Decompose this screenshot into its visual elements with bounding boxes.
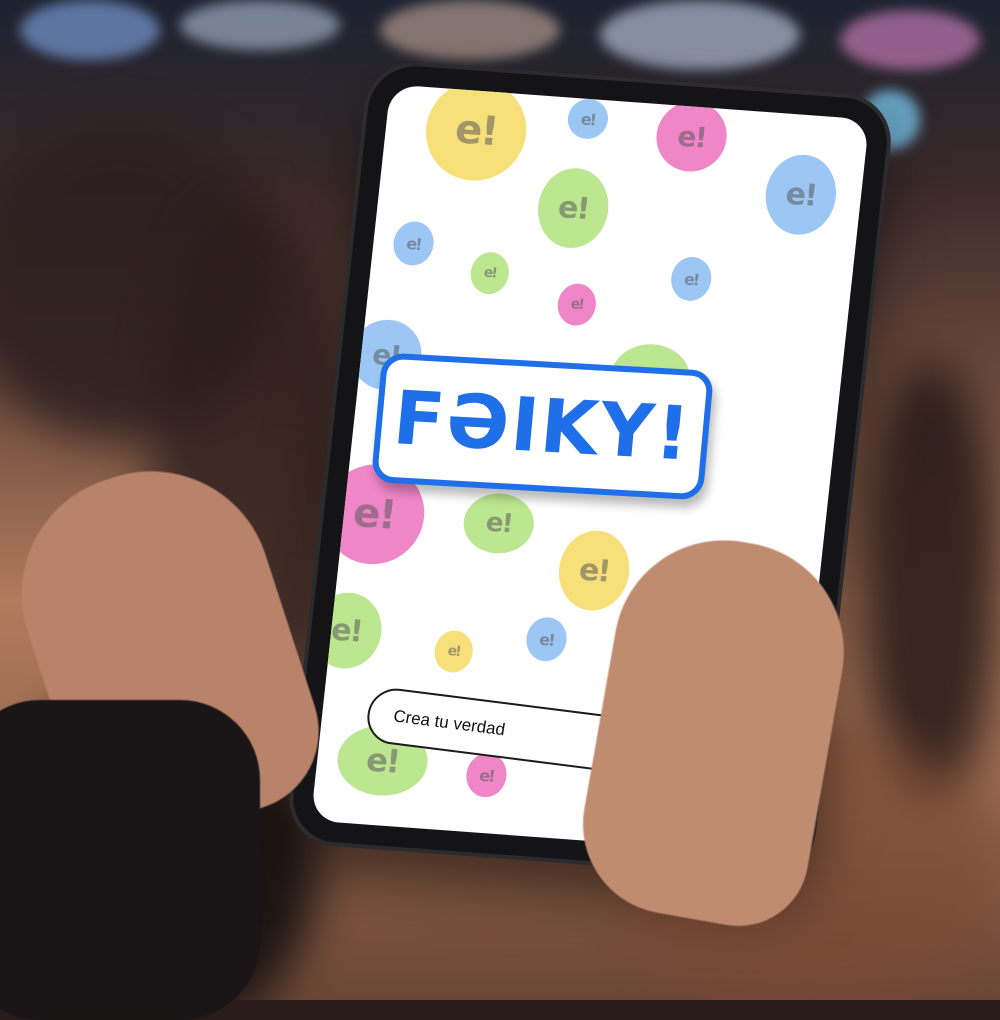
logo-bubble: e! xyxy=(310,590,386,671)
logo-bubble: e! xyxy=(391,220,436,267)
left-sleeve xyxy=(0,700,260,1020)
feiky-logo: FƏIKY! xyxy=(370,352,715,501)
logo-bubble: e! xyxy=(464,751,509,799)
logo-bubble: e! xyxy=(668,255,714,303)
logo-bubble: e! xyxy=(555,282,599,327)
cta-label: Crea tu verdad xyxy=(392,706,507,740)
logo-bubble: e! xyxy=(761,152,841,238)
logo-bubble: e! xyxy=(524,615,569,663)
logo-bubble: e! xyxy=(468,250,511,296)
logo-bubble: e! xyxy=(432,629,475,674)
logo-bubble: e! xyxy=(420,84,532,185)
logo-bubble: e! xyxy=(554,528,634,613)
logo-bubble: e! xyxy=(652,99,731,174)
logo-bubble: e! xyxy=(460,491,537,556)
logo-bubble: e! xyxy=(565,97,611,141)
logo-bubble: e! xyxy=(533,165,613,251)
logo-wordmark: FƏIKY! xyxy=(389,375,696,478)
